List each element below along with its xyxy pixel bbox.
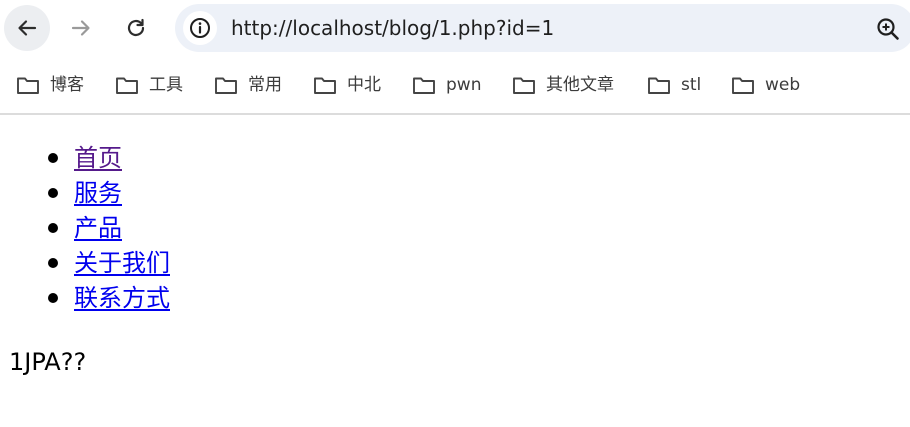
nav-link-about[interactable]: 关于我们 <box>74 246 170 281</box>
info-icon <box>190 18 210 38</box>
arrow-left-icon <box>18 20 37 36</box>
bookmark-label: stl <box>681 75 702 95</box>
bookmark-folder-other-articles[interactable]: 其他文章 <box>512 72 614 98</box>
page-body-text: 1JPA?? <box>9 348 87 376</box>
site-info-button[interactable] <box>183 11 217 45</box>
bookmark-label: 工具 <box>149 75 183 95</box>
url-text[interactable]: http://localhost/blog/1.php?id=1 <box>231 16 554 40</box>
zoom-button[interactable] <box>875 16 901 42</box>
folder-icon <box>732 77 754 94</box>
folder-icon <box>413 77 435 94</box>
reload-icon <box>127 18 145 37</box>
folder-icon <box>513 77 535 94</box>
bookmark-label: web <box>765 75 801 95</box>
bookmarks-bar: 博客 工具 常用 中北 pwn 其他文章 stl web <box>0 56 910 115</box>
zoom-in-icon <box>877 18 899 40</box>
folder-icon <box>648 77 670 94</box>
folder-icon <box>215 77 237 94</box>
reload-button[interactable] <box>113 5 159 51</box>
nav-link-services[interactable]: 服务 <box>74 176 122 211</box>
bookmark-label: 中北 <box>347 75 381 95</box>
bookmark-label: 常用 <box>248 75 282 95</box>
bookmark-label: pwn <box>446 75 482 95</box>
nav-link-contact[interactable]: 联系方式 <box>74 281 170 316</box>
bookmark-folder-common[interactable]: 常用 <box>214 72 282 98</box>
folder-icon <box>314 77 336 94</box>
bullet-icon <box>48 258 58 268</box>
folder-icon <box>116 77 138 94</box>
bookmark-label: 其他文章 <box>546 75 614 95</box>
bookmark-folder-tools[interactable]: 工具 <box>115 72 183 98</box>
bookmark-folder-stl[interactable]: stl <box>647 72 701 98</box>
bookmark-label: 博客 <box>50 75 84 95</box>
nav-link-products[interactable]: 产品 <box>74 211 122 246</box>
bookmark-folder-zhongbei[interactable]: 中北 <box>313 72 381 98</box>
bullet-icon <box>48 223 58 233</box>
bookmark-folder-pwn[interactable]: pwn <box>412 72 481 98</box>
bullet-icon <box>48 293 58 303</box>
folder-icon <box>17 77 39 94</box>
address-bar[interactable]: http://localhost/blog/1.php?id=1 <box>175 4 910 52</box>
back-button[interactable] <box>4 5 50 51</box>
bullet-icon <box>48 153 58 163</box>
bullet-icon <box>48 188 58 198</box>
arrow-right-icon <box>71 20 90 36</box>
browser-toolbar: http://localhost/blog/1.php?id=1 <box>0 0 910 56</box>
bookmark-folder-blog[interactable]: 博客 <box>16 72 84 98</box>
bookmark-folder-web[interactable]: web <box>731 72 800 98</box>
forward-button[interactable] <box>58 5 104 51</box>
nav-link-home[interactable]: 首页 <box>74 141 122 176</box>
